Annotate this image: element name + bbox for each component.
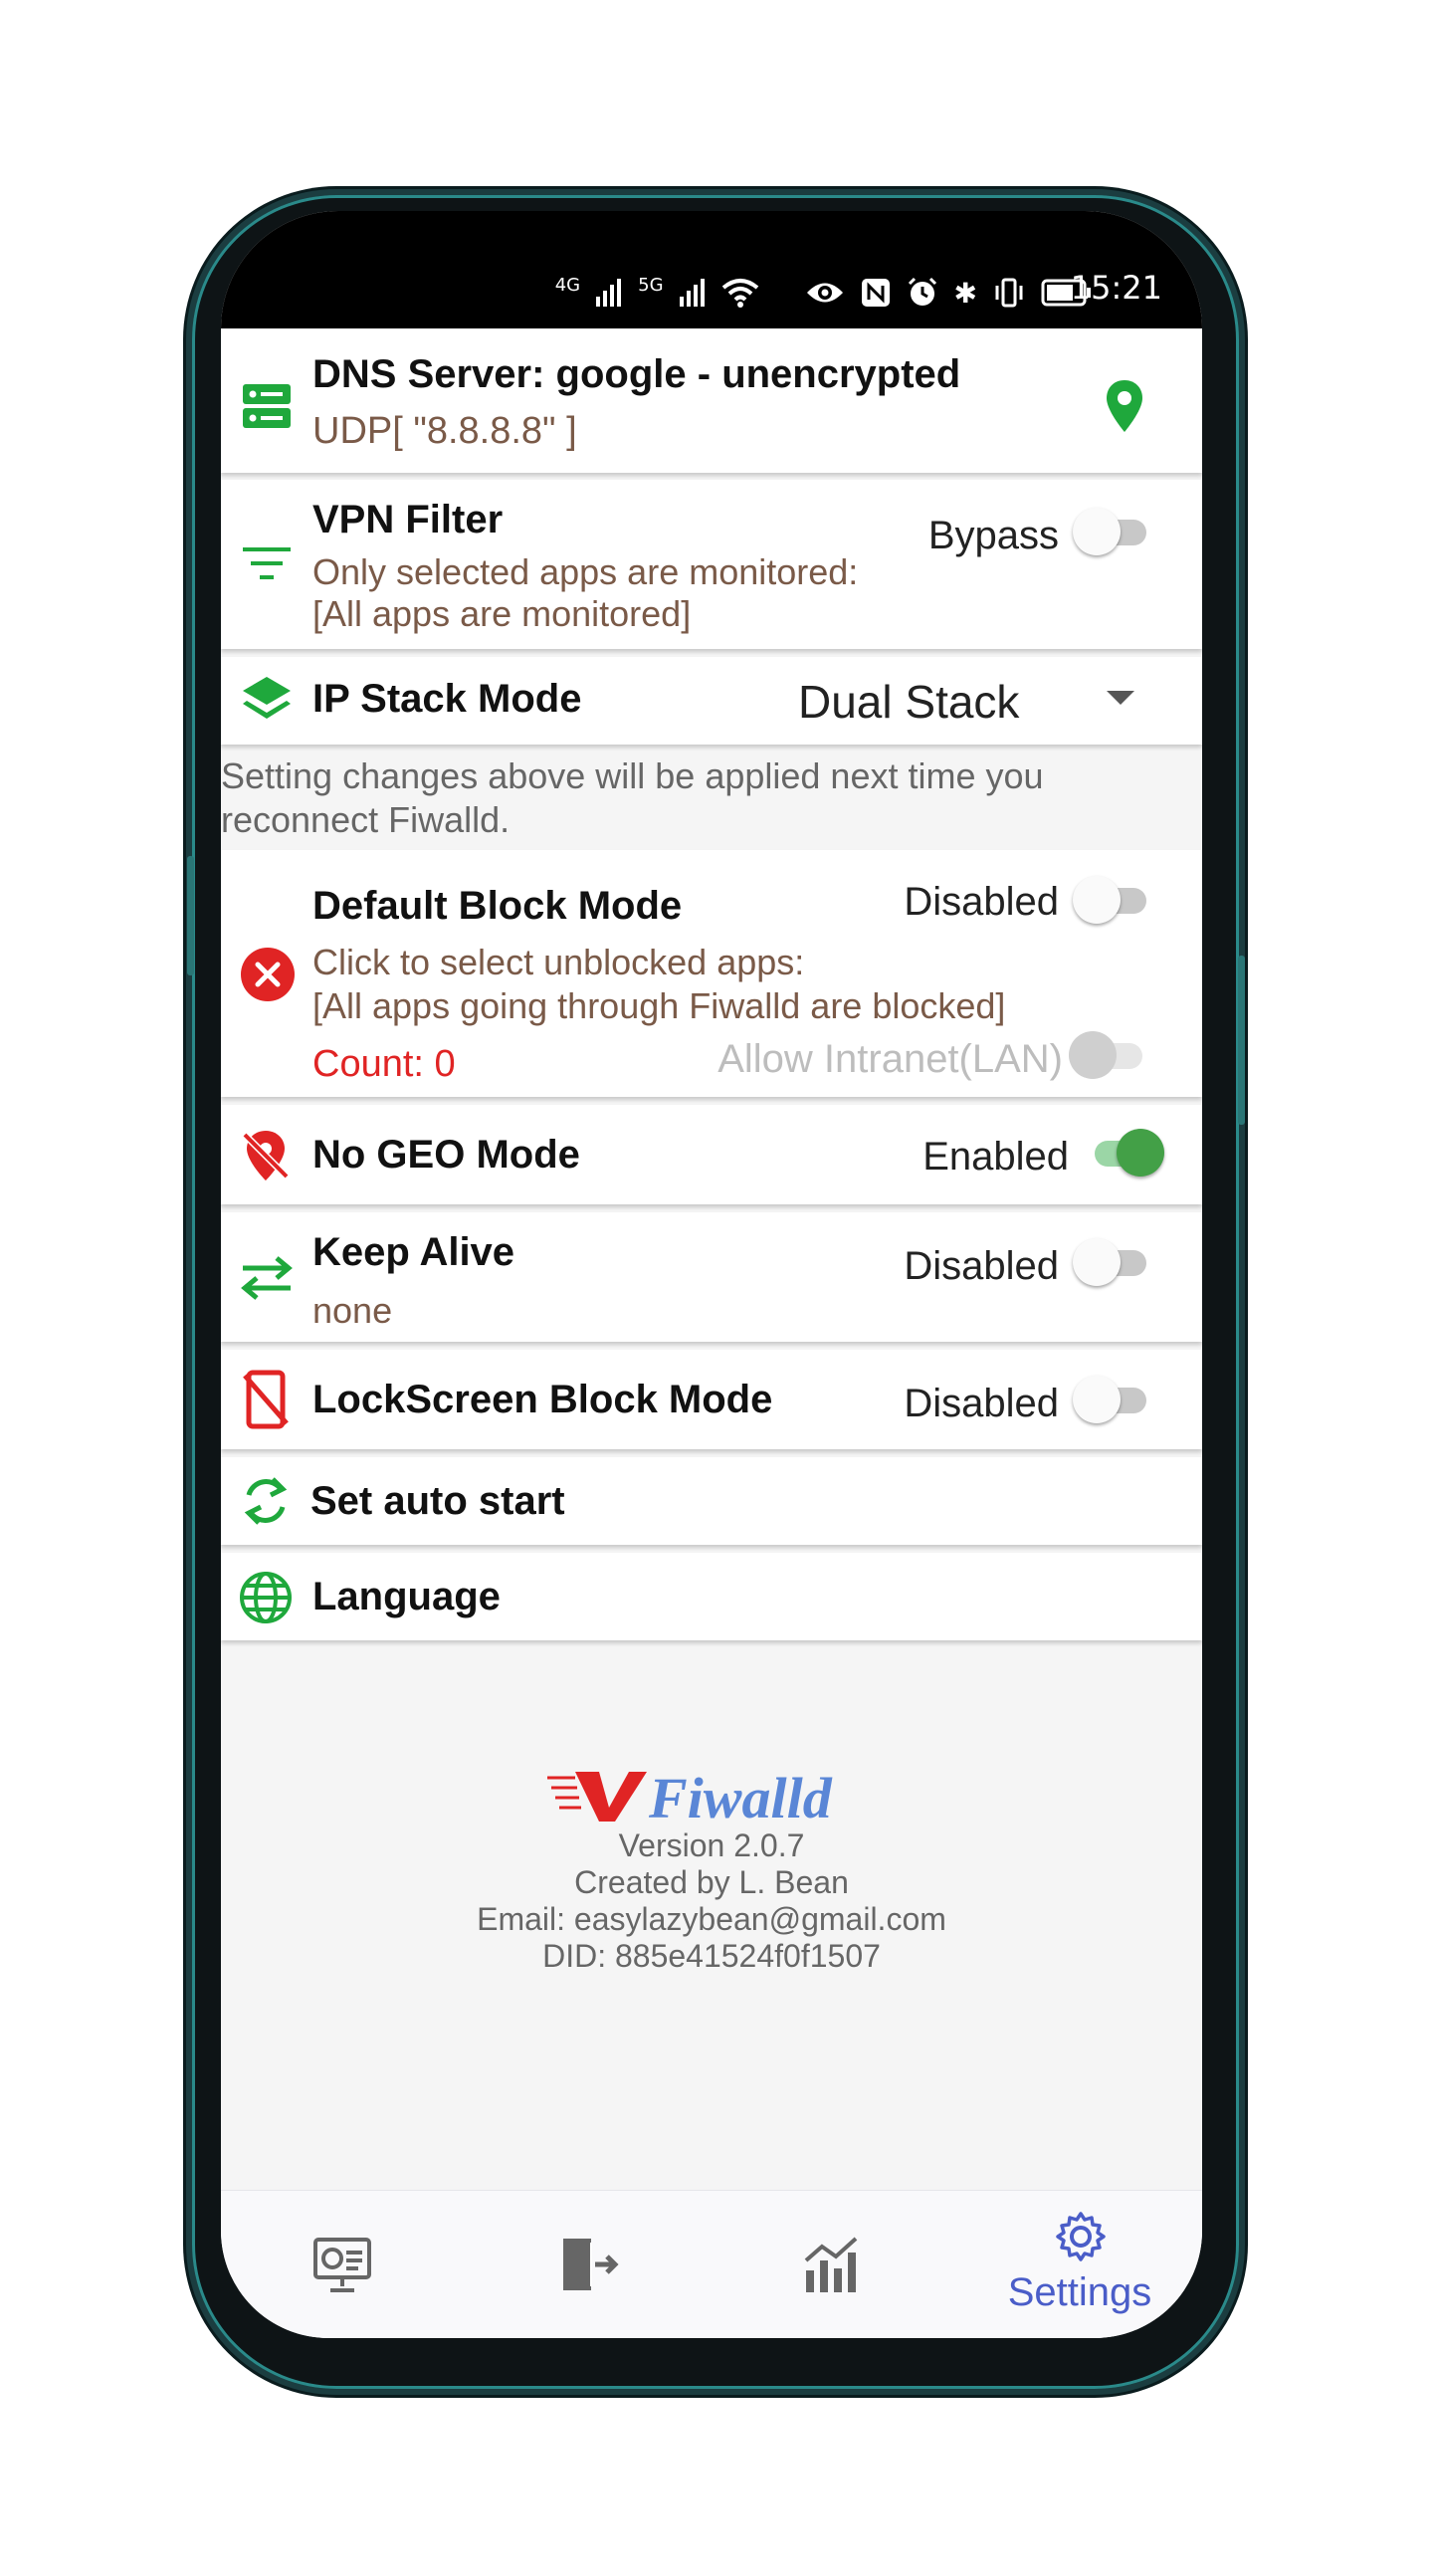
default-block-desc: Click to select unblocked apps:	[312, 942, 805, 982]
nav-exit[interactable]	[466, 2191, 711, 2338]
alarm-icon	[908, 277, 936, 306]
phone-blocked-icon	[243, 1370, 289, 1429]
stats-icon	[804, 2237, 858, 2292]
vibrate-icon	[995, 278, 1023, 308]
status-icons: 4G 5G ✱	[555, 273, 1093, 313]
side-button-left	[187, 856, 194, 975]
blocked-count: Count: 0	[312, 1043, 456, 1085]
vpn-filter-desc: Only selected apps are monitored:	[312, 551, 859, 592]
exit-icon	[563, 2239, 619, 2290]
default-block-label: Disabled	[904, 880, 1059, 924]
default-block-title: Default Block Mode	[312, 884, 683, 928]
fiwalld-logo: Fiwalld	[547, 1766, 833, 1830]
lockscreen-label: Disabled	[904, 1382, 1059, 1425]
nav-settings[interactable]: Settings	[957, 2191, 1202, 2338]
bypass-toggle[interactable]	[1073, 508, 1154, 555]
dropdown-arrow-icon[interactable]	[1107, 691, 1134, 707]
app-version: Version 2.0.7	[618, 1827, 805, 1863]
cell-signal-2-icon: 5G	[638, 274, 664, 296]
globe-icon	[240, 1572, 292, 1623]
no-geo-title: No GEO Mode	[312, 1133, 580, 1177]
ip-stack-card[interactable]: IP Stack Mode Dual Stack	[221, 657, 1202, 745]
nav-settings-label: Settings	[1007, 2270, 1152, 2314]
keep-alive-card[interactable]: Keep Alive none Disabled	[221, 1212, 1202, 1342]
default-block-toggle[interactable]	[1073, 876, 1154, 924]
wifi-icon	[721, 279, 758, 308]
lockscreen-toggle[interactable]	[1073, 1376, 1154, 1423]
block-x-icon	[241, 948, 295, 1001]
cell-signal-1-icon: 4G	[554, 274, 581, 296]
nav-stats[interactable]	[711, 2191, 955, 2338]
bottom-navigation: Settings	[221, 2190, 1202, 2338]
location-pin-icon[interactable]	[1105, 378, 1144, 434]
no-location-icon	[242, 1131, 290, 1181]
language-title: Language	[312, 1575, 501, 1618]
device-id: DID: 885e41524f0f1507	[542, 1938, 881, 1974]
dashboard-icon	[313, 2238, 371, 2292]
app-info-footer: Fiwalld Version 2.0.7 Created by L. Bean…	[221, 1764, 1202, 1975]
gear-icon	[1056, 2212, 1106, 2261]
settings-note: Setting changes above will be applied ne…	[221, 754, 1202, 842]
status-bar: 4G 5G ✱ 15:21	[221, 211, 1202, 328]
dns-server-card[interactable]: DNS Server: google - unencrypted UDP[ "8…	[221, 328, 1202, 473]
app-logo: Fiwalld	[221, 1764, 1202, 1830]
contact-email[interactable]: Email: easylazybean@gmail.com	[221, 1901, 1202, 1938]
keep-alive-toggle[interactable]	[1073, 1238, 1154, 1286]
nfc-icon	[861, 279, 890, 307]
vpn-filter-card[interactable]: VPN Filter Only selected apps are monito…	[221, 480, 1202, 649]
app-creator: Created by L. Bean	[574, 1864, 849, 1900]
eye-icon	[806, 283, 843, 303]
signal-bars-icon	[596, 279, 622, 307]
dns-server-address: UDP[ "8.8.8.8" ]	[312, 410, 577, 452]
logo-text: Fiwalld	[648, 1766, 833, 1827]
clock: 15:21	[1070, 269, 1162, 307]
signal-bars-2-icon	[679, 279, 705, 307]
default-block-card[interactable]: Default Block Mode Click to select unblo…	[221, 850, 1202, 1097]
lockscreen-title: LockScreen Block Mode	[312, 1378, 773, 1421]
refresh-icon	[244, 1477, 288, 1525]
server-icon	[243, 384, 291, 428]
vpn-filter-title: VPN Filter	[312, 498, 504, 541]
no-geo-label: Enabled	[922, 1135, 1069, 1179]
keep-alive-value: none	[312, 1290, 393, 1331]
auto-start-title: Set auto start	[310, 1479, 565, 1523]
dns-server-title: DNS Server: google - unencrypted	[312, 352, 961, 396]
allow-lan-label: Allow Intranet(LAN)	[717, 1037, 1063, 1081]
settings-note-line1: Setting changes above will be applied ne…	[221, 755, 1044, 796]
layers-icon	[243, 677, 291, 719]
bypass-label: Bypass	[927, 514, 1059, 557]
vpn-filter-status: [All apps are monitored]	[312, 593, 692, 634]
side-button-right	[1238, 956, 1245, 1125]
lockscreen-card[interactable]: LockScreen Block Mode Disabled	[221, 1350, 1202, 1449]
filter-icon	[243, 547, 291, 579]
screen: 4G 5G ✱ 15:21 DNS Server: google - unenc…	[221, 211, 1202, 2338]
settings-note-line2: reconnect Fiwalld.	[221, 799, 511, 840]
language-card[interactable]: Language	[221, 1553, 1202, 1640]
keep-alive-label: Disabled	[904, 1244, 1059, 1288]
keep-alive-title: Keep Alive	[312, 1230, 515, 1274]
default-block-status: [All apps going through Fiwalld are bloc…	[312, 985, 1006, 1026]
no-geo-toggle[interactable]	[1083, 1129, 1164, 1177]
swap-arrows-icon	[241, 1256, 293, 1300]
auto-start-card[interactable]: Set auto start	[221, 1457, 1202, 1545]
ip-stack-dropdown[interactable]: Dual Stack	[798, 675, 1019, 729]
no-geo-card[interactable]: No GEO Mode Enabled	[221, 1105, 1202, 1204]
nav-dashboard[interactable]	[221, 2191, 466, 2338]
ip-stack-title: IP Stack Mode	[312, 677, 582, 721]
allow-lan-toggle[interactable]	[1069, 1031, 1150, 1079]
bluetooth-icon: ✱	[953, 276, 977, 310]
